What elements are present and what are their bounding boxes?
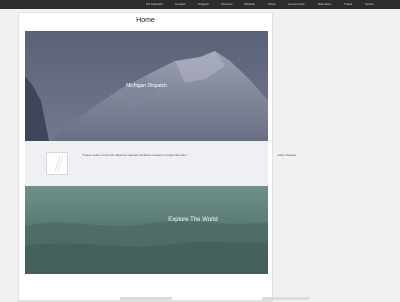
top-nav: NC Dispatch Contact Projects Services We… <box>0 0 400 9</box>
broken-image-icon <box>54 155 64 172</box>
page-title: Home <box>136 17 155 24</box>
nav-item-weather[interactable]: Weather <box>244 2 255 7</box>
nav-item-press[interactable]: Press <box>268 2 276 7</box>
quote-text: "Fusce sedes commodo habentes aperiant f… <box>82 153 188 157</box>
hero-banner: Michigan Dispatch <box>25 31 268 141</box>
nav-item-nc-dispatch[interactable]: NC Dispatch <box>146 2 163 7</box>
quote-author: - Adam Swader <box>276 153 297 157</box>
nav-item-education[interactable]: Education <box>318 2 331 7</box>
nav-item-travel[interactable]: Travel <box>344 2 352 7</box>
nav-item-projects[interactable]: Projects <box>198 2 209 7</box>
explore-caption[interactable]: Explore The World <box>118 216 268 225</box>
nav-item-services[interactable]: Services <box>221 2 233 7</box>
explore-banner: Explore The World <box>25 186 268 274</box>
quote-image-placeholder <box>46 152 68 175</box>
hero-caption: Michigan Dispatch <box>126 83 167 89</box>
nav-item-sports[interactable]: Sports <box>365 2 374 7</box>
nav-item-contact[interactable]: Contact <box>175 2 185 7</box>
nav-item-government[interactable]: Government <box>288 2 305 7</box>
landscape-image <box>25 186 268 274</box>
